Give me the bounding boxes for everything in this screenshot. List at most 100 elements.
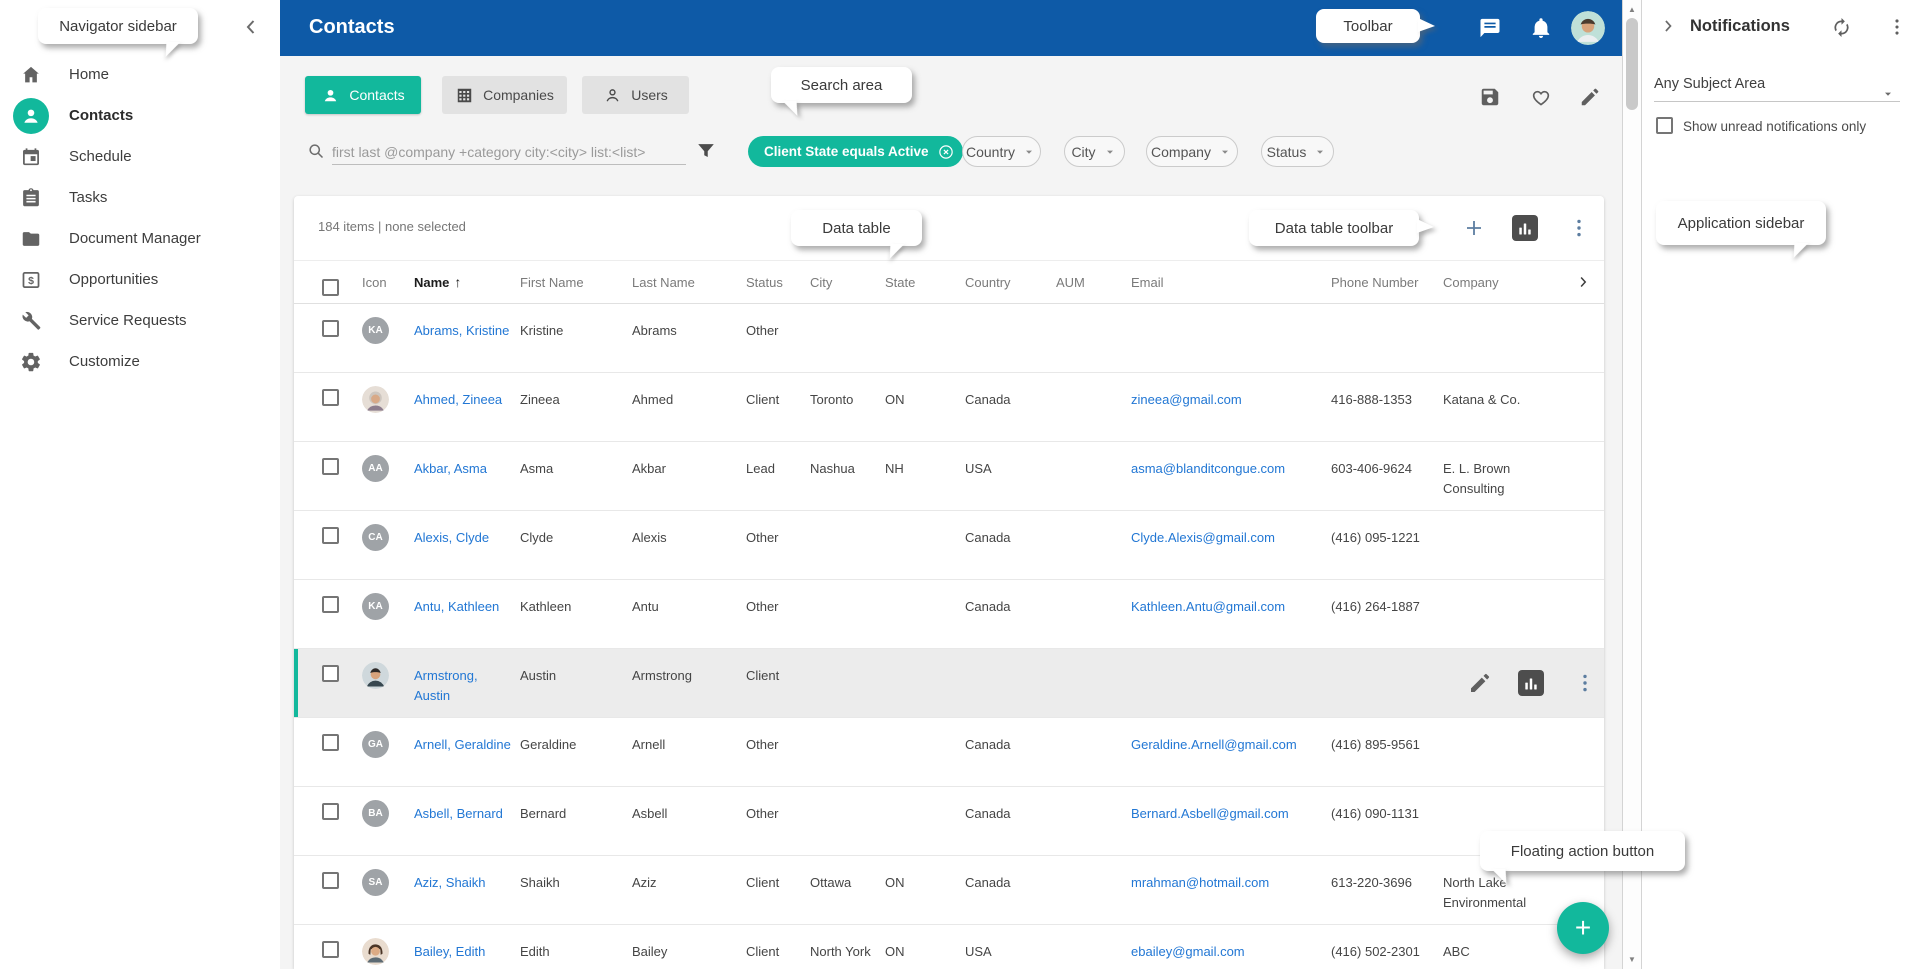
sidebar-item-schedule[interactable]: Schedule bbox=[0, 136, 280, 177]
column-header-aum[interactable]: AUM bbox=[1056, 275, 1131, 290]
sidebar-item-document-manager[interactable]: Document Manager bbox=[0, 218, 280, 259]
row-checkbox[interactable] bbox=[322, 596, 339, 613]
table-row[interactable]: Armstrong, AustinAustinArmstrongClient bbox=[294, 649, 1604, 718]
name-link[interactable]: Antu, Kathleen bbox=[414, 599, 499, 614]
sidebar-item-opportunities[interactable]: $Opportunities bbox=[0, 259, 280, 300]
unread-only-checkbox[interactable] bbox=[1656, 117, 1673, 134]
row-chart-button[interactable] bbox=[1518, 670, 1544, 696]
chart-view-button[interactable] bbox=[1512, 215, 1538, 241]
email-link[interactable]: asma@blanditcongue.com bbox=[1131, 461, 1285, 476]
table-row[interactable]: GAArnell, GeraldineGeraldineArnellOtherC… bbox=[294, 718, 1604, 787]
column-header-icon[interactable]: Icon bbox=[362, 275, 414, 290]
tab-companies[interactable]: Companies bbox=[442, 76, 567, 114]
sidebar-item-home[interactable]: Home bbox=[0, 54, 280, 95]
row-select-cell bbox=[322, 304, 362, 343]
table-row[interactable]: Bailey, EdithEdithBaileyClientNorth York… bbox=[294, 925, 1604, 969]
email-link[interactable]: Bernard.Asbell@gmail.com bbox=[1131, 806, 1289, 821]
table-row[interactable]: KAAbrams, KristineKristineAbramsOther bbox=[294, 304, 1604, 373]
column-header-status[interactable]: Status bbox=[746, 275, 810, 290]
row-menu-button[interactable] bbox=[1572, 670, 1598, 696]
row-checkbox[interactable] bbox=[322, 665, 339, 682]
scrollbar-thumb[interactable] bbox=[1626, 18, 1638, 110]
name-link[interactable]: Abrams, Kristine bbox=[414, 323, 509, 338]
cell-status: Other bbox=[746, 304, 810, 341]
filter-pill-country[interactable]: Country bbox=[962, 136, 1041, 167]
column-header-country[interactable]: Country bbox=[965, 275, 1056, 290]
filter-pill-company[interactable]: Company bbox=[1146, 136, 1238, 167]
edit-row-button[interactable] bbox=[1467, 670, 1493, 696]
column-header-phone-number[interactable]: Phone Number bbox=[1331, 275, 1443, 290]
row-checkbox[interactable] bbox=[322, 389, 339, 406]
floating-action-button[interactable]: + bbox=[1557, 902, 1609, 954]
table-row[interactable]: KAAntu, KathleenKathleenAntuOtherCanadaK… bbox=[294, 580, 1604, 649]
sidebar-item-contacts[interactable]: Contacts bbox=[0, 95, 280, 136]
tab-users[interactable]: Users bbox=[582, 76, 689, 114]
save-search-button[interactable] bbox=[1477, 84, 1503, 110]
name-link[interactable]: Aziz, Shaikh bbox=[414, 875, 486, 890]
email-link[interactable]: mrahman@hotmail.com bbox=[1131, 875, 1269, 890]
refresh-button[interactable] bbox=[1828, 14, 1854, 40]
row-checkbox[interactable] bbox=[322, 803, 339, 820]
column-header-company[interactable]: Company bbox=[1443, 275, 1565, 290]
search-icon bbox=[306, 141, 326, 161]
favorite-button[interactable] bbox=[1528, 84, 1554, 110]
name-link[interactable]: Alexis, Clyde bbox=[414, 530, 489, 545]
table-row[interactable]: Ahmed, ZineeaZineeaAhmedClientTorontoONC… bbox=[294, 373, 1604, 442]
name-link[interactable]: Arnell, Geraldine bbox=[414, 737, 511, 752]
scroll-down-icon[interactable]: ▼ bbox=[1623, 955, 1641, 964]
column-header-last-name[interactable]: Last Name bbox=[632, 275, 746, 290]
row-checkbox[interactable] bbox=[322, 734, 339, 751]
column-header-state[interactable]: State bbox=[885, 275, 965, 290]
edit-button[interactable] bbox=[1577, 84, 1603, 110]
row-checkbox[interactable] bbox=[322, 872, 339, 889]
row-checkbox[interactable] bbox=[322, 458, 339, 475]
filter-funnel-button[interactable] bbox=[694, 139, 718, 163]
row-checkbox[interactable] bbox=[322, 527, 339, 544]
unread-only-toggle[interactable]: Show unread notifications only bbox=[1656, 117, 1866, 134]
scroll-up-icon[interactable]: ▲ bbox=[1623, 5, 1641, 14]
notifications-bell-button[interactable] bbox=[1528, 15, 1554, 41]
email-link[interactable]: Kathleen.Antu@gmail.com bbox=[1131, 599, 1285, 614]
active-filter-chip[interactable]: Client State equals Active bbox=[748, 136, 963, 167]
email-link[interactable]: Geraldine.Arnell@gmail.com bbox=[1131, 737, 1297, 752]
remove-filter-icon[interactable] bbox=[937, 143, 955, 161]
email-link[interactable]: Clyde.Alexis@gmail.com bbox=[1131, 530, 1275, 545]
collapse-sidebar-button[interactable] bbox=[236, 12, 266, 42]
search-input[interactable] bbox=[332, 139, 686, 165]
name-link[interactable]: Armstrong, Austin bbox=[414, 668, 478, 703]
name-link[interactable]: Asbell, Bernard bbox=[414, 806, 503, 821]
select-all-checkbox[interactable] bbox=[322, 279, 339, 296]
column-header-first-name[interactable]: First Name bbox=[520, 275, 632, 290]
column-header-email[interactable]: Email bbox=[1131, 275, 1331, 290]
scroll-columns-right[interactable] bbox=[1565, 273, 1604, 291]
subject-area-select[interactable]: Any Subject Area bbox=[1654, 76, 1900, 102]
sidebar-menu-button[interactable] bbox=[1884, 14, 1910, 40]
name-link[interactable]: Bailey, Edith bbox=[414, 944, 485, 959]
sidebar-item-customize[interactable]: Customize bbox=[0, 341, 280, 382]
table-row[interactable]: CAAlexis, ClydeClydeAlexisOtherCanadaCly… bbox=[294, 511, 1604, 580]
vertical-scrollbar[interactable]: ▲ ▼ bbox=[1622, 0, 1642, 969]
row-checkbox[interactable] bbox=[322, 941, 339, 958]
email-link[interactable]: ebailey@gmail.com bbox=[1131, 944, 1245, 959]
collapse-app-sidebar-button[interactable] bbox=[1656, 14, 1680, 38]
column-header-name[interactable]: Name↑ bbox=[414, 274, 520, 290]
row-checkbox[interactable] bbox=[322, 320, 339, 337]
email-link[interactable]: zineea@gmail.com bbox=[1131, 392, 1242, 407]
add-record-button[interactable] bbox=[1461, 215, 1487, 241]
cell-first-name: Kathleen bbox=[520, 580, 632, 617]
table-row[interactable]: AAAkbar, AsmaAsmaAkbarLeadNashuaNHUSAasm… bbox=[294, 442, 1604, 511]
sidebar-item-tasks[interactable]: Tasks bbox=[0, 177, 280, 218]
table-row[interactable]: BAAsbell, BernardBernardAsbellOtherCanad… bbox=[294, 787, 1604, 856]
user-avatar[interactable] bbox=[1571, 11, 1605, 45]
table-menu-button[interactable] bbox=[1566, 215, 1592, 241]
name-link[interactable]: Ahmed, Zineea bbox=[414, 392, 502, 407]
table-row[interactable]: SAAziz, ShaikhShaikhAzizClientOttawaONCa… bbox=[294, 856, 1604, 925]
column-header-city[interactable]: City bbox=[810, 275, 885, 290]
cell-email: mrahman@hotmail.com bbox=[1131, 856, 1331, 893]
filter-pill-city[interactable]: City bbox=[1064, 136, 1125, 167]
filter-pill-status[interactable]: Status bbox=[1261, 136, 1334, 167]
chat-button[interactable] bbox=[1477, 15, 1503, 41]
name-link[interactable]: Akbar, Asma bbox=[414, 461, 487, 476]
tab-contacts[interactable]: Contacts bbox=[305, 76, 421, 114]
sidebar-item-service-requests[interactable]: Service Requests bbox=[0, 300, 280, 341]
